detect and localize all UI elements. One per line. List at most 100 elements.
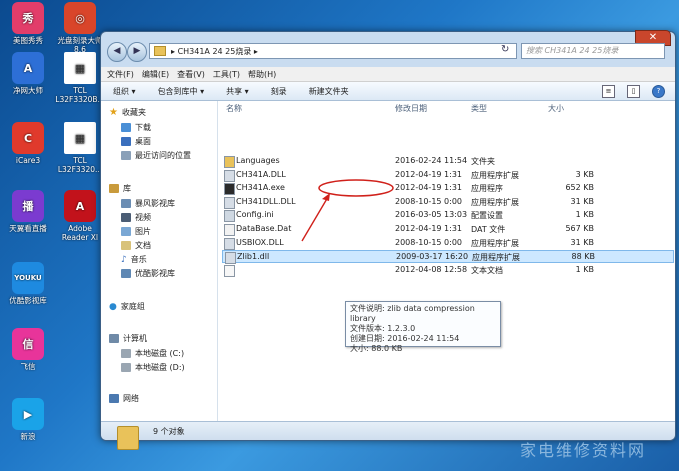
file-size: 31 KB — [570, 237, 594, 247]
tooltip-version: 文件版本: 1.2.3.0 — [350, 324, 416, 333]
app-icon: 秀 — [12, 2, 44, 34]
column-header-size[interactable]: 大小 — [548, 103, 564, 114]
file-name: Zlib1.dll — [237, 252, 270, 262]
file-type: 配置设置 — [471, 211, 503, 221]
file-name: CH341A.DLL — [236, 169, 286, 179]
file-row[interactable]: 2012-04-08 12:58 文本文档 1 KB — [222, 264, 674, 277]
file-type: 文件夹 — [471, 157, 495, 166]
menu-item[interactable]: 文件(F) — [107, 69, 134, 80]
desktop-icon-label: 天翼看直播 — [9, 224, 47, 233]
desktop-icon[interactable]: 信飞信 — [2, 328, 54, 371]
desktop-icon[interactable]: 播天翼看直播 — [2, 190, 54, 233]
app-icon: C — [12, 122, 44, 154]
toolbar-button[interactable]: 共享 ▾ — [226, 86, 249, 97]
file-date: 2009-03-17 16:20 — [396, 252, 469, 262]
nav-item-drive-c[interactable]: 本地磁盘 (C:) — [121, 348, 184, 359]
toolbar-button[interactable]: 组织 ▾ — [113, 86, 136, 97]
nav-favorites[interactable]: ★ 收藏夹 — [109, 107, 146, 118]
file-row[interactable]: CH341A.exe 2012-04-19 1:31 应用程序 652 KB — [222, 182, 674, 196]
menu-item[interactable]: 查看(V) — [177, 69, 205, 80]
search-input[interactable]: 搜索 CH341A 24 25烧录 — [521, 43, 665, 59]
file-name: CH341DLL.DLL — [236, 196, 296, 206]
folder-icon — [154, 46, 166, 56]
file-row[interactable]: Languages 2016-02-24 11:54 文件夹 — [222, 155, 674, 168]
address-bar-row: ◀ ▶ ▸ CH341A 24 25烧录 ▸ ↻ 搜索 CH341A 24 25… — [107, 42, 669, 62]
desktop-icon-label: TCL L32F3320... — [57, 156, 103, 174]
nav-homegroup[interactable]: ● 家庭组 — [109, 301, 145, 312]
toolbar-button[interactable]: 新建文件夹 — [309, 86, 349, 97]
file-date: 2012-04-19 1:31 — [395, 169, 462, 179]
tooltip-description: 文件说明: zlib data compression library — [350, 304, 475, 323]
file-row[interactable]: DataBase.Dat 2012-04-19 1:31 DAT 文件 567 KB — [222, 223, 674, 236]
file-date: 2012-04-19 1:31 — [395, 224, 462, 233]
file-list: 名称 修改日期 类型 大小 Languages 2016-02-24 11:54 文… — [218, 101, 675, 421]
desktop-icon[interactable]: 秀美图秀秀 — [2, 2, 54, 45]
toolbar-button[interactable]: 包含到库中 ▾ — [158, 86, 205, 97]
file-date: 2016-03-05 13:03 — [395, 210, 468, 220]
file-type: 应用程序扩展 — [471, 170, 519, 180]
nav-item-pictures[interactable]: 图片 — [121, 226, 151, 237]
status-count: 9 个对象 — [153, 427, 185, 436]
nav-item-baofeng[interactable]: 暴风影视库 — [121, 198, 175, 209]
dll-file-icon — [224, 169, 235, 182]
nav-item-youku[interactable]: 优酷影视库 — [121, 268, 175, 279]
nav-item-desktop[interactable]: 桌面 — [121, 136, 151, 147]
forward-button[interactable]: ▶ — [127, 42, 147, 62]
refresh-icon[interactable]: ↻ — [501, 44, 509, 55]
column-header-type[interactable]: 类型 — [471, 103, 487, 114]
downloads-icon — [121, 123, 131, 132]
desktop-icon-label: Adobe Reader XI — [61, 224, 99, 242]
file-row[interactable]: Zlib1.dll 2009-03-17 16:20 应用程序扩展 88 KB — [222, 250, 674, 265]
file-date: 2008-10-15 0:00 — [395, 196, 462, 206]
file-size: 1 KB — [575, 210, 594, 220]
menu-item[interactable]: 帮助(H) — [248, 69, 276, 80]
column-header-name[interactable]: 名称 — [226, 103, 242, 114]
library-icon — [109, 184, 119, 193]
file-type: 应用程序 — [471, 184, 503, 194]
app-icon: 信 — [12, 328, 44, 360]
nav-network[interactable]: 网络 — [109, 393, 139, 404]
desktop-icon-label: 净网大师 — [13, 86, 43, 95]
column-header-date[interactable]: 修改日期 — [395, 103, 427, 114]
nav-item-videos[interactable]: 视频 — [121, 212, 151, 223]
nav-item-music[interactable]: ♪ 音乐 — [121, 254, 147, 265]
nav-libraries[interactable]: 库 — [109, 183, 131, 194]
help-icon[interactable]: ? — [652, 85, 665, 98]
file-name: CH341A.exe — [236, 183, 285, 193]
file-date: 2008-10-15 0:00 — [395, 237, 462, 247]
file-date: 2016-02-24 11:54 — [395, 156, 468, 165]
view-options-icon[interactable]: ≡ — [602, 85, 615, 98]
watermark: 家电维修资料网 — [520, 441, 647, 460]
file-row[interactable]: USBIOX.DLL 2008-10-15 0:00 应用程序扩展 31 KB — [222, 237, 674, 250]
desktop-icon[interactable]: ▦ TCL L32F3320... — [54, 122, 106, 174]
preview-pane-icon[interactable]: ▯ — [627, 85, 640, 98]
file-size: 1 KB — [575, 264, 594, 274]
nav-computer[interactable]: 计算机 — [109, 333, 147, 344]
desktop-icon[interactable]: ▶ 新浪 — [2, 398, 54, 441]
menu-item[interactable]: 工具(T) — [213, 69, 240, 80]
back-button[interactable]: ◀ — [107, 42, 127, 62]
desktop-icon[interactable]: ◎ 光盘刻录大师 8.6 — [54, 2, 106, 54]
nav-item-downloads[interactable]: 下载 — [121, 122, 151, 133]
address-bar[interactable]: ▸ CH341A 24 25烧录 ▸ — [149, 43, 517, 59]
desktop-icon[interactable]: CiCare3 — [2, 122, 54, 165]
file-row[interactable]: CH341A.DLL 2012-04-19 1:31 应用程序扩展 3 KB — [222, 169, 674, 182]
nav-item-drive-d[interactable]: 本地磁盘 (D:) — [121, 362, 185, 373]
desktop-icon[interactable]: A Adobe Reader XI — [54, 190, 106, 242]
nav-item-documents[interactable]: 文档 — [121, 240, 151, 251]
toolbar-button[interactable]: 刻录 — [271, 86, 287, 97]
desktop-icon-label: 新浪 — [20, 432, 36, 441]
txt-file-icon — [224, 264, 235, 277]
file-row[interactable]: Config.ini 2016-03-05 13:03 配置设置 1 KB — [222, 209, 674, 223]
nav-item-recent[interactable]: 最近访问的位置 — [121, 150, 191, 161]
file-row[interactable]: CH341DLL.DLL 2008-10-15 0:00 应用程序扩展 31 KB — [222, 196, 674, 209]
desktop-icon — [121, 137, 131, 146]
menu-item[interactable]: 编辑(E) — [142, 69, 169, 80]
app-icon: ▦ — [64, 52, 96, 84]
desktop-icon[interactable]: YOUKU 优酷影视库 — [2, 262, 54, 305]
desktop-icon[interactable]: ▦ TCL L32F3320B... — [54, 52, 106, 104]
app-icon: A — [64, 190, 96, 222]
desktop-icon[interactable]: A 净网大师 — [2, 52, 54, 95]
file-date: 2012-04-08 12:58 — [395, 264, 468, 274]
tooltip-size: 大小: 88.0 KB — [350, 344, 403, 353]
